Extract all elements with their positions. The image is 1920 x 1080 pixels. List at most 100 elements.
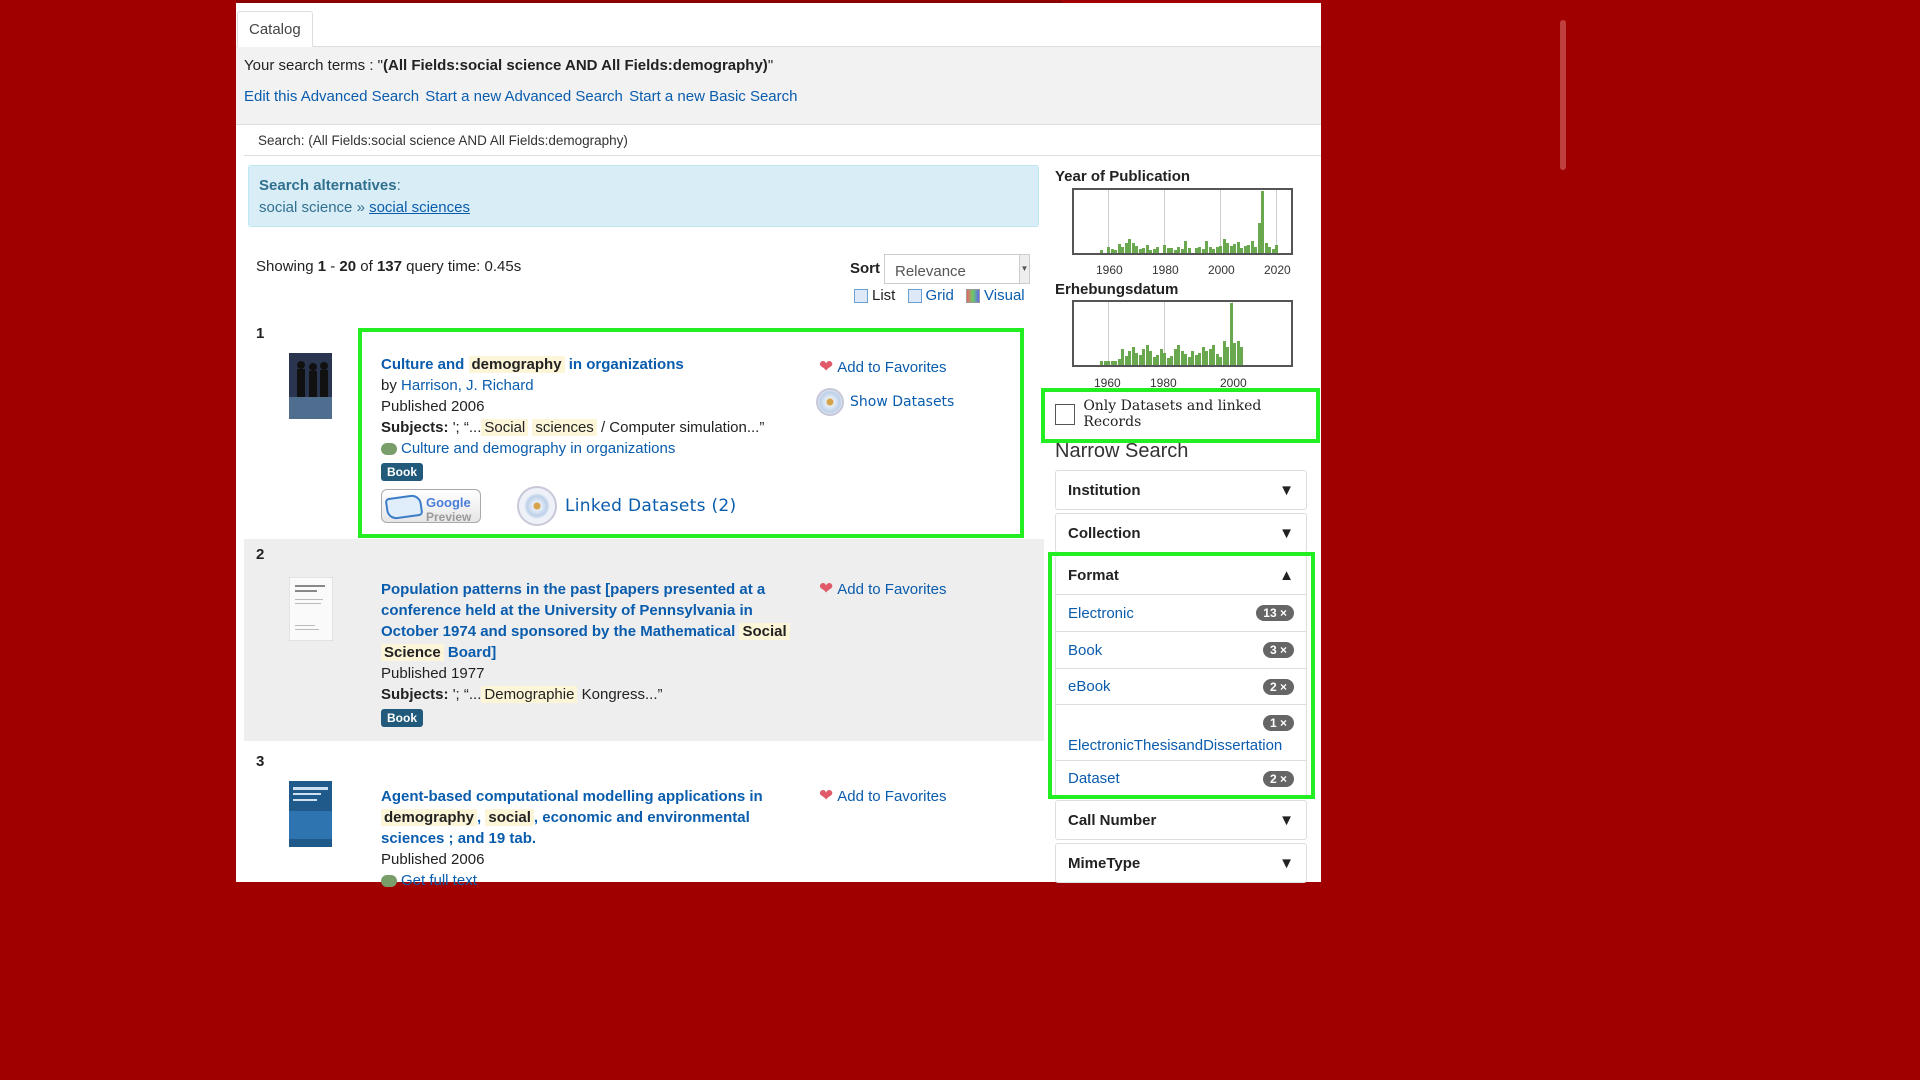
title-text: Agent-based computational modelling appl… — [381, 788, 763, 805]
sort-select[interactable]: Relevance ▼ — [884, 254, 1030, 284]
facet-call-number[interactable]: Call Number ▼ — [1055, 800, 1307, 840]
axis-tick: 2020 — [1264, 263, 1291, 277]
facet-label: Institution — [1068, 481, 1141, 499]
facet-collection[interactable]: Collection ▼ — [1055, 513, 1307, 553]
subjects-label: Subjects: — [381, 686, 449, 703]
result-title-link[interactable]: Population patterns in the past [papers … — [381, 581, 790, 661]
histogram-gridline — [1220, 190, 1221, 253]
title-highlight: Social — [739, 623, 790, 640]
alternative-term: social science — [259, 199, 353, 216]
heart-icon: ❤ — [819, 786, 834, 805]
add-to-favorites-link[interactable]: ❤ Add to Favorites — [819, 786, 946, 806]
search-summary-panel: Your search terms : "(All Fields:social … — [236, 47, 1321, 125]
showing-total: 137 — [376, 258, 402, 275]
heart-icon: ❤ — [819, 579, 834, 598]
view-grid[interactable]: Grid — [907, 287, 954, 304]
subject-highlight: Demographie — [481, 686, 578, 703]
facet-mimetype[interactable]: MimeType ▼ — [1055, 843, 1307, 883]
result-number: 3 — [256, 753, 265, 770]
alternative-suggestion-link[interactable]: social sciences — [369, 199, 470, 216]
erhebungsdatum-histogram[interactable] — [1072, 300, 1293, 367]
query-time: query time: 0.45s — [406, 258, 522, 275]
result-title-link[interactable]: Agent-based computational modelling appl… — [381, 788, 763, 847]
histogram-bar — [1187, 248, 1191, 253]
showing-to: 20 — [339, 258, 357, 275]
histogram-gridline — [1108, 190, 1109, 253]
alternative-separator: » — [356, 199, 365, 216]
view-switcher: List Grid Visual — [854, 287, 1033, 307]
book-cover-thumbnail[interactable] — [289, 781, 332, 847]
result-body: Population patterns in the past [papers … — [381, 579, 791, 728]
histogram-bar — [1100, 250, 1103, 253]
visual-icon — [966, 288, 981, 303]
tab-catalog[interactable]: Catalog — [237, 11, 313, 47]
view-visual[interactable]: Visual — [966, 287, 1025, 304]
subjects-text: '; “... — [452, 686, 482, 703]
title-highlight: demography — [381, 809, 478, 826]
view-list-label: List — [872, 287, 896, 304]
divider — [244, 155, 1321, 156]
search-terms: Your search terms : "(All Fields:social … — [244, 57, 773, 74]
histogram-gridline — [1164, 190, 1165, 253]
narrow-search-title: Narrow Search — [1055, 440, 1189, 462]
facet-label: Call Number — [1068, 811, 1157, 829]
chevron-down-icon: ▼ — [1279, 854, 1294, 872]
search-terms-quote: " — [767, 57, 774, 74]
title-text: Board] — [447, 644, 497, 661]
result-item: 3 Agent-based computational modelling ap… — [244, 743, 1044, 889]
favorites-label: Add to Favorites — [837, 787, 947, 805]
add-to-favorites-link[interactable]: ❤ Add to Favorites — [819, 579, 946, 599]
get-full-text-link[interactable]: Get full text — [401, 872, 477, 889]
new-advanced-search-link[interactable]: Start a new Advanced Search — [425, 88, 623, 105]
result-item: 2 Population patterns in the past [paper… — [244, 539, 1044, 741]
chevron-down-icon: ▼ — [1279, 481, 1294, 499]
chevron-down-icon: ▼ — [1279, 811, 1294, 829]
showing-from: 1 — [317, 258, 327, 275]
histogram-bar — [1240, 347, 1243, 365]
showing-of: of — [360, 258, 373, 275]
erhebungsdatum-title: Erhebungsdatum — [1055, 281, 1179, 298]
document-thumbnail[interactable] — [289, 577, 333, 641]
sort-value: Relevance — [895, 263, 966, 280]
list-icon — [854, 288, 868, 303]
year-histogram[interactable] — [1072, 188, 1293, 255]
format-badge: Book — [381, 709, 423, 727]
histogram-bar — [1275, 245, 1278, 253]
highlight-box-datasets-filter — [1041, 388, 1320, 443]
book-cover-thumbnail[interactable] — [289, 353, 332, 419]
result-number: 1 — [256, 325, 265, 342]
title-highlight: Science — [381, 644, 444, 661]
scrollbar-thumb[interactable] — [1560, 20, 1566, 170]
page-content: Catalog Your search terms : "(All Fields… — [236, 3, 1321, 889]
search-terms-value: (All Fields:social science AND All Field… — [383, 57, 768, 74]
title-highlight: social — [485, 809, 534, 826]
page-scrollbar[interactable] — [1556, 0, 1568, 882]
link-icon — [381, 875, 397, 888]
axis-tick: 2000 — [1208, 263, 1235, 277]
colon: : — [396, 177, 401, 194]
highlight-box-result — [358, 328, 1024, 538]
histogram-gridline — [1276, 190, 1277, 253]
tab-bar: Catalog — [236, 11, 1321, 47]
subjects-text: Kongress...” — [581, 686, 663, 703]
edit-advanced-search-link[interactable]: Edit this Advanced Search — [244, 88, 419, 105]
year-of-publication-title: Year of Publication — [1055, 168, 1191, 185]
histogram-gridline — [1108, 302, 1109, 365]
view-visual-label: Visual — [984, 287, 1025, 304]
search-alternatives-title: Search alternatives — [259, 177, 397, 194]
sort-label: Sort — [850, 260, 880, 277]
results-count: Showing 1 - 20 of 137 query time: 0.45s — [256, 258, 522, 275]
search-terms-label: Your search terms : " — [244, 57, 383, 74]
facet-institution[interactable]: Institution ▼ — [1055, 470, 1307, 510]
title-text: , — [477, 809, 482, 826]
showing-label: Showing — [256, 258, 314, 275]
published-year: Published 1977 — [381, 665, 485, 682]
search-alternatives-box: Search alternatives: social science » so… — [248, 165, 1039, 227]
view-list[interactable]: List — [854, 287, 895, 304]
grid-icon — [907, 288, 922, 303]
chevron-down-icon: ▼ — [1279, 524, 1294, 542]
result-body: Agent-based computational modelling appl… — [381, 786, 791, 891]
published-year: Published 2006 — [381, 851, 485, 868]
new-basic-search-link[interactable]: Start a new Basic Search — [629, 88, 797, 105]
search-links: Edit this Advanced Search Start a new Ad… — [244, 88, 800, 105]
